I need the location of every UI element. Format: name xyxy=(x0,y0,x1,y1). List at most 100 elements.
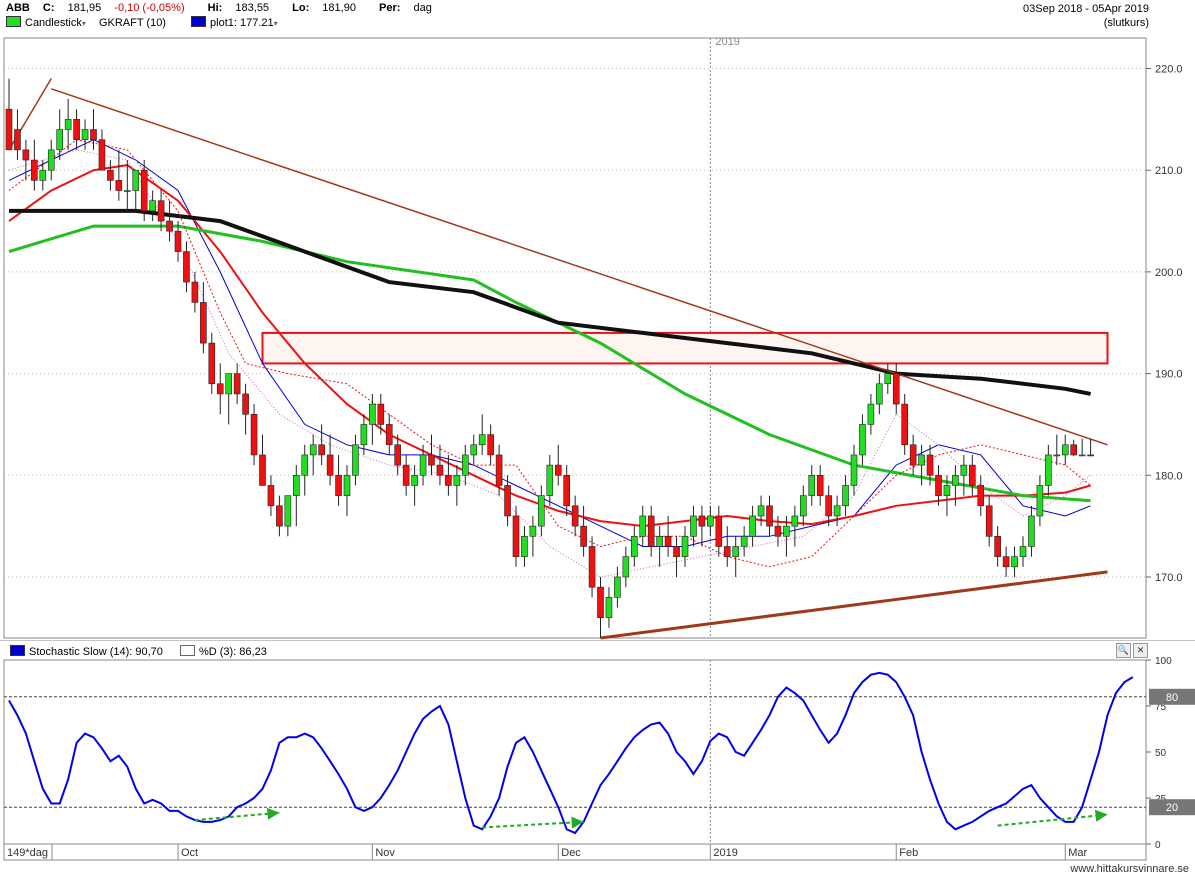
candle xyxy=(867,403,875,425)
candle xyxy=(1078,454,1086,457)
candle xyxy=(512,515,520,557)
candle xyxy=(546,464,554,496)
bars-label: 149*dag xyxy=(7,847,48,859)
candle xyxy=(233,373,241,395)
x-tick-label: Nov xyxy=(375,847,395,859)
candle xyxy=(124,190,131,192)
candle xyxy=(225,373,232,395)
candle xyxy=(723,546,731,557)
candle xyxy=(402,464,410,486)
candle xyxy=(335,474,342,496)
candle xyxy=(521,536,528,557)
candle xyxy=(39,169,47,181)
candle xyxy=(428,454,435,466)
candle xyxy=(909,444,917,466)
candle xyxy=(825,495,832,517)
candle xyxy=(453,474,461,486)
plot-area xyxy=(3,659,1147,845)
x-tick-label: 2019 xyxy=(713,847,737,859)
candle xyxy=(977,485,985,507)
candle xyxy=(630,536,638,557)
candle xyxy=(935,474,942,496)
candle xyxy=(191,281,199,303)
y-tick-label: 190.0 xyxy=(1155,369,1183,381)
watermark: www.hittakursvinnare.se xyxy=(1070,863,1189,875)
candle xyxy=(436,464,444,476)
year-label: 2019 xyxy=(715,36,739,48)
price-chart[interactable]: 170.0 180.0 190.0 200.0 210.0 220.0 2019 xyxy=(0,0,1195,640)
candle xyxy=(614,576,621,598)
candle xyxy=(571,505,579,527)
candle xyxy=(419,454,427,476)
candle xyxy=(842,485,849,507)
candle xyxy=(284,495,292,527)
candle xyxy=(174,230,182,252)
candle xyxy=(360,424,368,446)
candle xyxy=(411,474,418,486)
candle xyxy=(73,119,80,140)
candle xyxy=(495,454,503,486)
candle xyxy=(1053,454,1061,457)
x-tick-label: Feb xyxy=(899,847,918,859)
candle xyxy=(292,474,300,496)
candle xyxy=(107,169,114,181)
candle xyxy=(377,403,385,425)
candle xyxy=(504,485,511,517)
candle xyxy=(276,505,283,527)
candle xyxy=(22,149,30,161)
candle xyxy=(1019,546,1027,557)
candle xyxy=(394,444,402,466)
candle xyxy=(90,129,97,140)
candle xyxy=(985,505,993,537)
candle xyxy=(385,424,393,446)
candle xyxy=(1002,556,1010,568)
candle xyxy=(115,180,123,191)
candle xyxy=(639,515,647,537)
candle xyxy=(318,444,325,456)
candle xyxy=(352,444,359,476)
candle xyxy=(1036,485,1044,517)
candle xyxy=(740,536,748,547)
y-tick-label: 220.0 xyxy=(1155,64,1183,76)
candle xyxy=(926,454,934,476)
candle xyxy=(478,434,486,446)
candle xyxy=(647,515,655,547)
candle xyxy=(31,159,38,181)
candle xyxy=(242,393,249,415)
candle xyxy=(715,515,723,547)
candle xyxy=(538,495,545,527)
stochastic-chart[interactable]: 02550751002080149*dagOctNovDec2019FebMar… xyxy=(0,640,1195,875)
candle xyxy=(98,139,106,171)
candle xyxy=(580,525,587,547)
candle xyxy=(749,515,756,537)
candle xyxy=(140,169,148,212)
candle xyxy=(81,129,89,140)
candle xyxy=(994,536,1001,557)
candle xyxy=(859,424,866,456)
candle xyxy=(774,525,782,537)
candle xyxy=(1011,556,1018,568)
candle xyxy=(56,129,64,151)
candle xyxy=(166,220,173,232)
x-tick-label: Oct xyxy=(181,847,198,859)
candle xyxy=(833,505,841,517)
candle xyxy=(250,413,258,456)
x-tick-label: Dec xyxy=(561,847,581,859)
candle xyxy=(791,515,799,527)
candle xyxy=(157,200,165,222)
candle xyxy=(445,474,452,486)
candle xyxy=(183,251,190,283)
candle xyxy=(14,129,21,151)
candle xyxy=(876,383,883,405)
candle xyxy=(757,505,765,517)
candle xyxy=(918,454,925,466)
candle xyxy=(588,546,596,588)
candle xyxy=(529,525,537,537)
candle xyxy=(216,383,224,395)
candle xyxy=(816,474,824,496)
y-tick-label: 50 xyxy=(1155,748,1167,759)
candle xyxy=(208,342,216,385)
candle xyxy=(960,464,968,476)
y-tick-label: 0 xyxy=(1155,840,1161,851)
candle xyxy=(64,119,72,130)
